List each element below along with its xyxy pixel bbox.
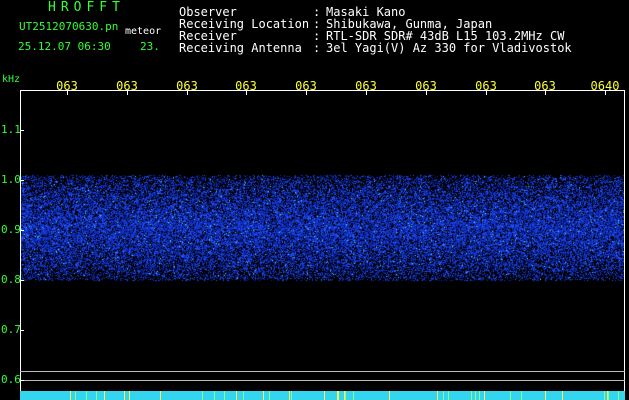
strip-speckle [448, 391, 449, 400]
strip-speckle [104, 391, 105, 400]
y-tick-label: 1.1 [1, 123, 21, 136]
strip-speckle [475, 391, 476, 400]
strip-speckle [510, 391, 511, 400]
hrofft-logo: HROFFT [48, 0, 125, 15]
y-tick-label: 0.8 [1, 273, 21, 286]
strip-speckle [607, 391, 608, 400]
strip-speckle [291, 391, 292, 400]
strip-speckle [86, 391, 87, 400]
strip-speckle [618, 391, 619, 400]
strip-speckle [243, 391, 244, 400]
detection-tag: meteor [125, 26, 162, 37]
strip-speckle [124, 391, 125, 400]
strip-speckle [338, 391, 339, 400]
strip-speckle [263, 391, 264, 400]
y-tick-label: 1.0 [1, 173, 21, 186]
count: 23. [140, 40, 160, 53]
spectrogram-screen: HROFFT UT2512070630.pn meteor 25.12.07 0… [0, 0, 629, 400]
strip-speckle [337, 391, 338, 400]
strip-speckle [202, 391, 203, 400]
antenna-label: Receiving Antenna [179, 41, 302, 55]
strip-speckle [236, 391, 237, 400]
strip-speckle [604, 391, 605, 400]
strip-speckle [324, 391, 325, 400]
strip-speckle [608, 391, 609, 400]
strip-speckle [129, 391, 130, 400]
strip-speckle [471, 391, 472, 400]
strip-speckle [562, 391, 563, 400]
file-name: UT2512070630.pn [19, 20, 119, 33]
strip-speckle [96, 391, 97, 400]
y-tick-label: 0.6 [1, 373, 21, 386]
strip-speckle [269, 391, 270, 400]
antenna-value: 3el Yagi(V) Az 330 for Vladivostok [326, 41, 572, 55]
y-tick-label: 0.9 [1, 223, 21, 236]
strip-speckle [443, 391, 444, 400]
strip-speckle [479, 391, 480, 400]
y-tick-label: 0.7 [1, 323, 21, 336]
strip-speckle [70, 391, 71, 400]
strip-speckle [224, 391, 225, 400]
datetime: 25.12.07 06:30 [18, 40, 111, 53]
strip-speckle [521, 391, 522, 400]
strip-speckle [75, 391, 76, 400]
strip-speckle [345, 391, 346, 400]
spectrogram-plot [20, 90, 625, 392]
strip-speckle [389, 391, 390, 400]
strip-speckle [484, 391, 485, 400]
strip-speckle [353, 391, 354, 400]
strip-speckle [160, 391, 161, 400]
strip-speckle [545, 391, 546, 400]
strip-speckle [214, 391, 215, 400]
colon: : [313, 41, 321, 55]
y-axis-unit: kHz [2, 74, 21, 85]
signal-strength-strip [20, 391, 625, 400]
strip-speckle [289, 391, 290, 400]
strip-speckle [437, 391, 438, 400]
